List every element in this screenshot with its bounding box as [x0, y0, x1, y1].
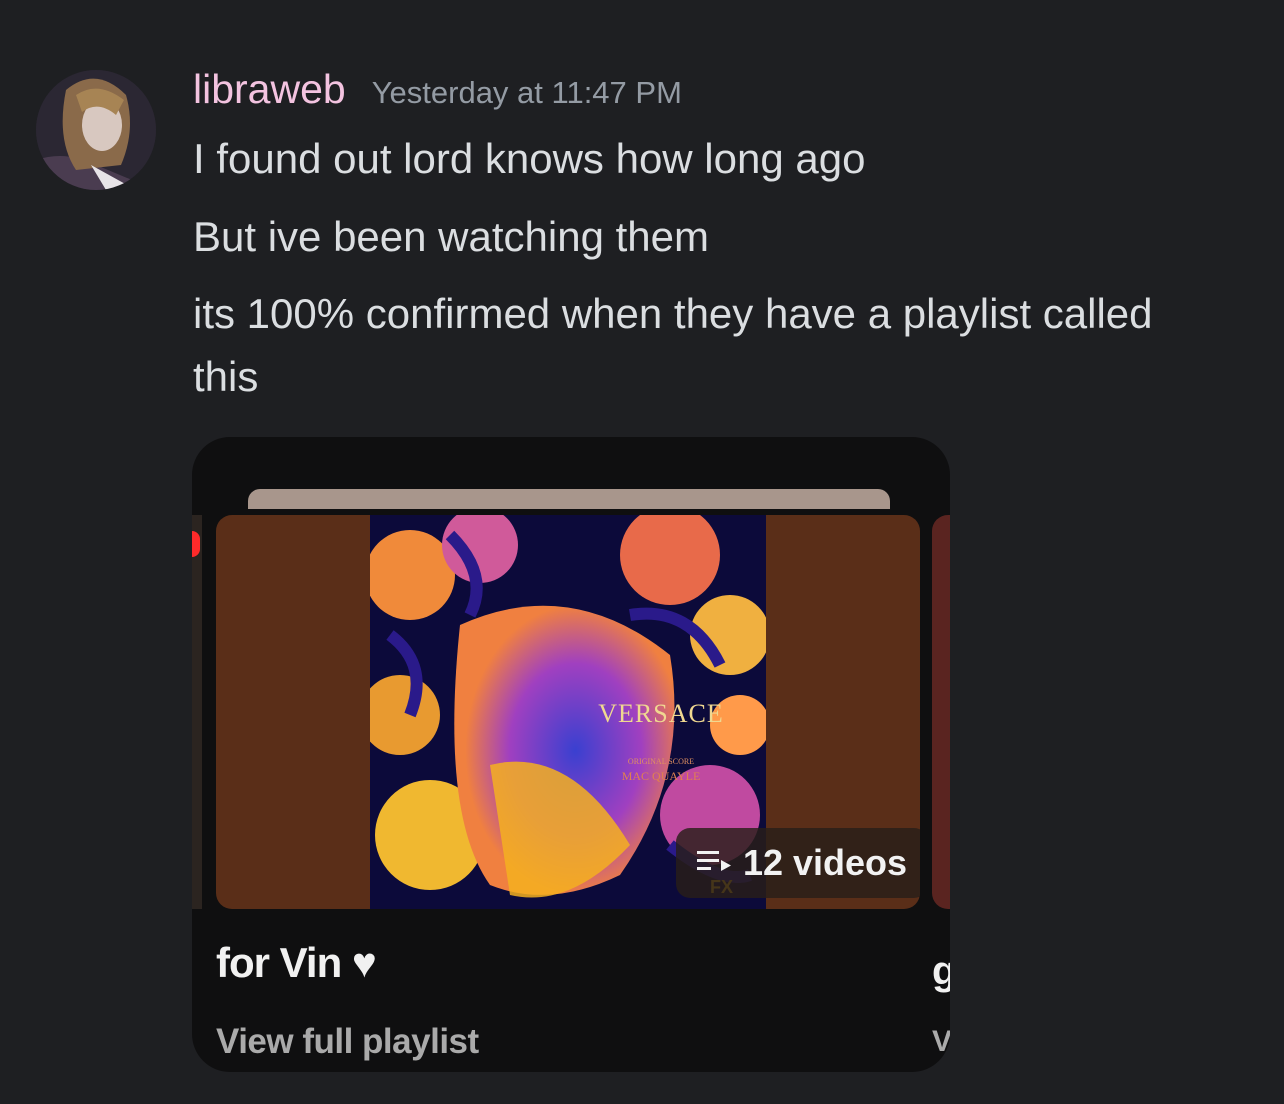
cover-title: VERSACE — [598, 699, 724, 728]
message-timestamp[interactable]: Yesterday at 11:47 PM — [372, 75, 682, 111]
message-line: this — [193, 353, 259, 400]
playlist-title[interactable]: for Vin ♥ — [216, 939, 377, 987]
avatar-portrait-image — [36, 70, 156, 190]
view-full-playlist-link[interactable]: View full playlist — [216, 1022, 479, 1062]
next-item-link-peek: V — [932, 1025, 950, 1058]
cover-artist: MAC QUAYLE — [621, 769, 701, 783]
playlist-stack-edge — [248, 489, 890, 509]
playlist-icon — [696, 850, 731, 877]
message-line: its 100% confirmed when they have a play… — [193, 290, 1153, 337]
username[interactable]: libraweb — [193, 66, 346, 113]
previous-item-peek — [192, 515, 202, 909]
user-avatar[interactable] — [36, 70, 156, 190]
cover-subtitle: ORIGINAL SCORE — [627, 757, 695, 766]
message-header: libraweb Yesterday at 11:47 PM — [193, 66, 682, 122]
next-item-title-peek: g — [932, 949, 950, 993]
video-count-badge: 12 videos — [676, 828, 920, 898]
playlist-embed-image[interactable]: VERSACE ORIGINAL SCORE MAC QUAYLE FX 12 … — [192, 437, 950, 1072]
previous-item-marker — [192, 531, 200, 557]
next-item-peek — [932, 515, 950, 909]
playlist-thumbnail[interactable]: VERSACE ORIGINAL SCORE MAC QUAYLE FX 12 … — [216, 515, 920, 909]
message-line: But ive been watching them — [193, 213, 709, 260]
video-count: 12 videos — [742, 842, 908, 883]
message-line: I found out lord knows how long ago — [193, 135, 866, 182]
